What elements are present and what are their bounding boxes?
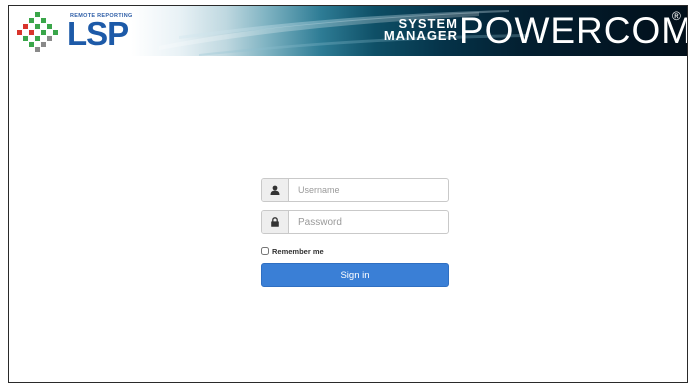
remember-me-checkbox[interactable] (261, 247, 269, 255)
username-input[interactable] (290, 179, 448, 201)
page-frame: REMOTE REPORTING LSP SYSTEM MANAGER POWE… (8, 5, 688, 383)
remember-me[interactable]: Remember me (261, 245, 324, 257)
manager-label: MANAGER (383, 28, 458, 43)
remember-me-label: Remember me (272, 246, 324, 256)
username-field (261, 178, 449, 202)
registered-mark: ® (672, 9, 681, 23)
system-manager-label: SYSTEM MANAGER (346, 17, 458, 43)
password-input[interactable] (290, 211, 448, 233)
password-field (261, 210, 449, 234)
header-banner: REMOTE REPORTING LSP SYSTEM MANAGER POWE… (9, 6, 687, 56)
product-name: POWERCOM (459, 10, 687, 51)
sign-in-button[interactable]: Sign in (261, 263, 449, 287)
logo-text: LSP (67, 15, 129, 52)
lock-icon (262, 211, 289, 233)
lsp-logo-mark (17, 12, 58, 52)
user-icon (262, 179, 289, 201)
